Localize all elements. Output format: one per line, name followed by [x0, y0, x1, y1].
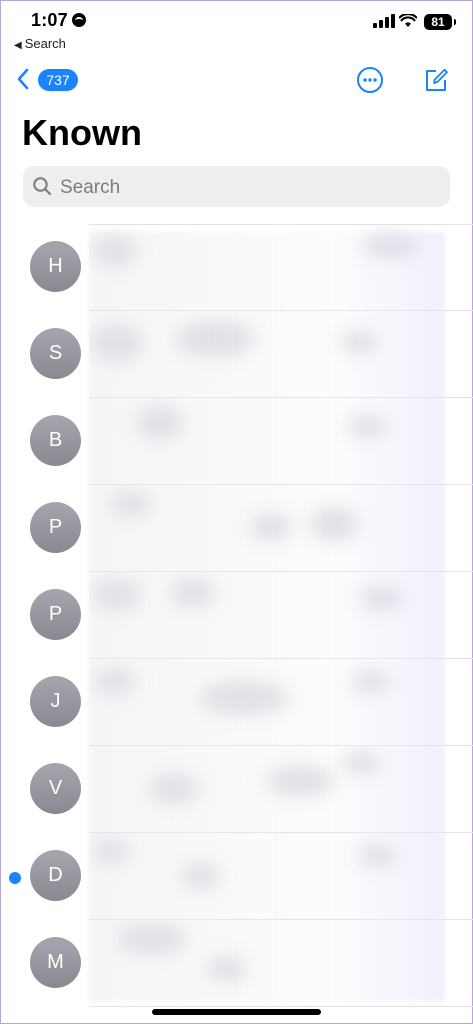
sender-avatar: P	[30, 589, 81, 640]
search-icon	[33, 177, 52, 196]
sender-avatar: B	[30, 415, 81, 466]
battery-indicator: 81	[424, 14, 456, 30]
back-to-app-link[interactable]: ◀ Search	[14, 36, 66, 51]
home-indicator[interactable]	[152, 1009, 321, 1015]
search-input[interactable]	[58, 166, 442, 209]
page-title: Known	[22, 112, 142, 153]
unread-indicator-dot	[9, 872, 21, 884]
sender-avatar: J	[30, 676, 81, 727]
row-divider	[89, 1006, 473, 1007]
status-bar: 1:07 81	[0, 0, 473, 36]
redaction-blur-overlay	[89, 232, 445, 1002]
location-globe-icon	[72, 13, 86, 27]
sender-avatar: H	[30, 241, 81, 292]
search-bar[interactable]	[23, 166, 450, 209]
unread-count-badge[interactable]: 737	[38, 69, 78, 91]
more-options-icon[interactable]	[356, 66, 384, 94]
sender-avatar: P	[30, 502, 81, 553]
wifi-icon	[399, 14, 417, 27]
back-app-label: Search	[24, 36, 66, 51]
status-time: 1:07	[31, 10, 68, 30]
message-list: H S B P P J V D M	[0, 224, 473, 1007]
sender-avatar: V	[30, 763, 81, 814]
sender-avatar: D	[30, 850, 81, 901]
back-triangle-icon: ◀	[14, 40, 22, 51]
navigation-bar: 737	[0, 60, 473, 100]
sender-avatar: M	[30, 937, 81, 988]
compose-icon[interactable]	[422, 66, 450, 94]
back-chevron-icon[interactable]	[12, 66, 38, 92]
sender-avatar: S	[30, 328, 81, 379]
cellular-signal-icon	[373, 14, 395, 28]
